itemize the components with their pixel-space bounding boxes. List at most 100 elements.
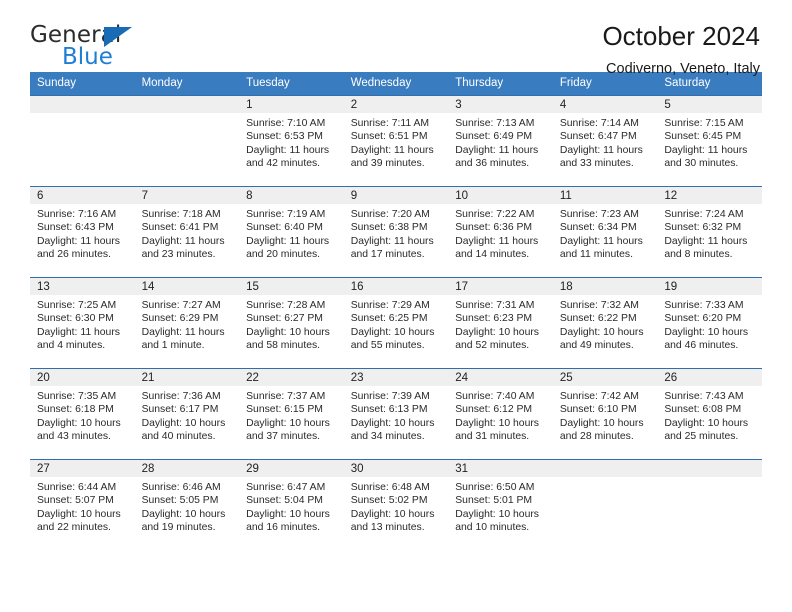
daylight-text-line1: Daylight: 11 hours: [141, 235, 225, 247]
calendar-day-cell[interactable]: 25 Sunrise: 7:42 AM Sunset: 6:10 PM Dayligh…: [552, 368, 658, 460]
day-details: Sunrise: 7:37 AM Sunset: 6:15 PM Daylight:…: [239, 386, 344, 444]
calendar-day-cell[interactable]: 28 Sunrise: 6:46 AM Sunset: 5:05 PM Dayligh…: [134, 459, 240, 550]
calendar-day-cell[interactable]: 19 Sunrise: 7:33 AM Sunset: 6:20 PM Dayligh…: [657, 277, 762, 369]
sunrise-text: Sunrise: 7:25 AM: [37, 300, 117, 311]
calendar-day-cell[interactable]: 29 Sunrise: 6:47 AM Sunset: 5:04 PM Dayligh…: [239, 459, 344, 550]
calendar-day-cell[interactable]: 8 Sunrise: 7:19 AM Sunset: 6:40 PM Daylight…: [239, 186, 344, 278]
daylight-text-line2: and 43 minutes.: [37, 431, 111, 443]
calendar-cell-inner: 24 Sunrise: 7:40 AM Sunset: 6:12 PM Dayligh…: [448, 369, 553, 459]
calendar-day-cell[interactable]: 15 Sunrise: 7:28 AM Sunset: 6:27 PM Dayligh…: [239, 277, 344, 369]
calendar-day-cell[interactable]: 10 Sunrise: 7:22 AM Sunset: 6:36 PM Dayligh…: [448, 186, 553, 278]
daylight-text-line2: and 4 minutes.: [37, 340, 106, 352]
day-number: 31: [448, 460, 553, 477]
sunrise-text: Sunrise: 7:36 AM: [141, 391, 221, 402]
day-number: 9: [343, 187, 449, 204]
calendar-day-cell[interactable]: 13 Sunrise: 7:25 AM Sunset: 6:30 PM Dayligh…: [30, 277, 135, 369]
calendar-day-cell[interactable]: 23 Sunrise: 7:39 AM Sunset: 6:13 PM Dayligh…: [343, 368, 449, 460]
daylight-text-line1: Daylight: 10 hours: [664, 326, 749, 338]
sunset-text: Sunset: 5:01 PM: [455, 495, 533, 507]
daylight-text-line2: and 39 minutes.: [350, 158, 425, 170]
daylight-text-line1: Daylight: 10 hours: [246, 326, 330, 338]
calendar-day-cell[interactable]: 26 Sunrise: 7:43 AM Sunset: 6:08 PM Dayligh…: [657, 368, 762, 460]
calendar-day-cell[interactable]: 1 Sunrise: 7:10 AM Sunset: 6:53 PM Daylight…: [239, 95, 344, 187]
day-number: 16: [343, 278, 449, 295]
sunrise-text: Sunrise: 7:16 AM: [37, 209, 117, 220]
daylight-text-line2: and 49 minutes.: [559, 340, 634, 352]
calendar-day-cell[interactable]: 30 Sunrise: 6:48 AM Sunset: 5:02 PM Dayligh…: [343, 459, 449, 550]
calendar-day-cell[interactable]: 16 Sunrise: 7:29 AM Sunset: 6:25 PM Dayligh…: [343, 277, 449, 369]
calendar-day-cell[interactable]: 24 Sunrise: 7:40 AM Sunset: 6:12 PM Dayligh…: [448, 368, 553, 460]
calendar-cell-inner: 17 Sunrise: 7:31 AM Sunset: 6:23 PM Dayligh…: [448, 278, 553, 368]
day-details: Sunrise: 7:39 AM Sunset: 6:13 PM Daylight:…: [344, 386, 449, 444]
sunrise-text: Sunrise: 7:22 AM: [455, 209, 535, 220]
sunrise-text: Sunrise: 7:14 AM: [559, 118, 639, 129]
calendar-cell-empty: [134, 95, 240, 187]
day-details: Sunrise: 7:31 AM Sunset: 6:23 PM Daylight:…: [448, 295, 553, 353]
daylight-text-line2: and 23 minutes.: [141, 249, 216, 261]
sunset-text: Sunset: 6:22 PM: [559, 313, 637, 325]
daylight-text-line2: and 30 minutes.: [664, 158, 739, 170]
sunset-text: Sunset: 6:32 PM: [664, 222, 742, 234]
day-number: 24: [448, 369, 553, 386]
calendar-cell-inner: 23 Sunrise: 7:39 AM Sunset: 6:13 PM Dayligh…: [343, 369, 449, 459]
calendar-cell-inner: 25 Sunrise: 7:42 AM Sunset: 6:10 PM Dayligh…: [552, 369, 658, 459]
calendar-day-cell[interactable]: 17 Sunrise: 7:31 AM Sunset: 6:23 PM Dayligh…: [448, 277, 553, 369]
daylight-text-line2: and 58 minutes.: [246, 340, 321, 352]
sunset-text: Sunset: 6:08 PM: [664, 404, 742, 416]
calendar-day-cell[interactable]: 11 Sunrise: 7:23 AM Sunset: 6:34 PM Dayligh…: [552, 186, 658, 278]
day-details: Sunrise: 7:23 AM Sunset: 6:34 PM Daylight:…: [553, 204, 658, 262]
calendar-day-cell[interactable]: 7 Sunrise: 7:18 AM Sunset: 6:41 PM Daylight…: [134, 186, 240, 278]
day-details: Sunrise: 7:42 AM Sunset: 6:10 PM Daylight:…: [553, 386, 658, 444]
calendar-day-cell[interactable]: 5 Sunrise: 7:15 AM Sunset: 6:45 PM Daylight…: [657, 95, 762, 187]
daylight-text-line1: Daylight: 11 hours: [455, 235, 539, 247]
calendar-cell-inner: 18 Sunrise: 7:32 AM Sunset: 6:22 PM Dayligh…: [552, 278, 658, 368]
day-number: 19: [657, 278, 762, 295]
daylight-text-line2: and 42 minutes.: [246, 158, 321, 170]
calendar-day-cell[interactable]: 27 Sunrise: 6:44 AM Sunset: 5:07 PM Dayligh…: [30, 459, 135, 550]
calendar-day-cell[interactable]: 12 Sunrise: 7:24 AM Sunset: 6:32 PM Dayligh…: [657, 186, 762, 278]
sunrise-text: Sunrise: 7:43 AM: [664, 391, 744, 402]
calendar-cell-inner: 9 Sunrise: 7:20 AM Sunset: 6:38 PM Daylight…: [343, 187, 449, 277]
calendar-cell-inner: 31 Sunrise: 6:50 AM Sunset: 5:01 PM Dayligh…: [448, 460, 553, 550]
day-number: 3: [448, 96, 553, 113]
calendar-cell-inner: 20 Sunrise: 7:35 AM Sunset: 6:18 PM Dayligh…: [30, 369, 135, 459]
calendar-day-cell[interactable]: 3 Sunrise: 7:13 AM Sunset: 6:49 PM Daylight…: [448, 95, 553, 187]
calendar-cell-inner: 30 Sunrise: 6:48 AM Sunset: 5:02 PM Dayligh…: [343, 460, 449, 550]
day-details: Sunrise: 7:16 AM Sunset: 6:43 PM Daylight:…: [30, 204, 135, 262]
sunrise-text: Sunrise: 7:23 AM: [559, 209, 639, 220]
daylight-text-line2: and 19 minutes.: [141, 522, 216, 534]
day-number: 28: [134, 460, 240, 477]
page-subtitle: Codiverno, Veneto, Italy: [606, 60, 760, 77]
calendar-day-cell[interactable]: 22 Sunrise: 7:37 AM Sunset: 6:15 PM Dayligh…: [239, 368, 344, 460]
calendar-day-cell[interactable]: 6 Sunrise: 7:16 AM Sunset: 6:43 PM Daylight…: [30, 186, 135, 278]
calendar-day-cell[interactable]: 31 Sunrise: 6:50 AM Sunset: 5:01 PM Dayligh…: [448, 459, 553, 550]
calendar-cell-inner: 19 Sunrise: 7:33 AM Sunset: 6:20 PM Dayligh…: [657, 278, 762, 368]
daylight-text-line1: Daylight: 11 hours: [559, 235, 643, 247]
daylight-text-line2: and 26 minutes.: [37, 249, 111, 261]
sunset-text: Sunset: 6:53 PM: [246, 131, 323, 143]
day-number: 5: [657, 96, 762, 113]
calendar-day-cell[interactable]: 9 Sunrise: 7:20 AM Sunset: 6:38 PM Daylight…: [343, 186, 449, 278]
sunrise-text: Sunrise: 7:29 AM: [350, 300, 430, 311]
sunrise-text: Sunrise: 7:15 AM: [664, 118, 744, 129]
daylight-text-line2: and 22 minutes.: [37, 522, 111, 534]
calendar-day-cell[interactable]: 2 Sunrise: 7:11 AM Sunset: 6:51 PM Daylight…: [343, 95, 449, 187]
sunset-text: Sunset: 5:05 PM: [141, 495, 219, 507]
day-details: Sunrise: 7:25 AM Sunset: 6:30 PM Daylight:…: [30, 295, 135, 353]
sunrise-text: Sunrise: 6:46 AM: [141, 482, 221, 493]
sunrise-text: Sunrise: 6:47 AM: [246, 482, 326, 493]
weekday-header-sunday: Sunday: [30, 72, 135, 96]
daylight-text-line2: and 52 minutes.: [455, 340, 530, 352]
calendar-week-row: 13 Sunrise: 7:25 AM Sunset: 6:30 PM Dayligh…: [30, 277, 762, 369]
day-details: Sunrise: 6:50 AM Sunset: 5:01 PM Daylight:…: [448, 477, 553, 535]
calendar-day-cell[interactable]: 18 Sunrise: 7:32 AM Sunset: 6:22 PM Dayligh…: [552, 277, 658, 369]
daylight-text-line1: Daylight: 11 hours: [37, 235, 120, 247]
daylight-text-line1: Daylight: 10 hours: [455, 417, 539, 429]
day-details: Sunrise: 7:36 AM Sunset: 6:17 PM Daylight:…: [135, 386, 240, 444]
calendar-day-cell[interactable]: 21 Sunrise: 7:36 AM Sunset: 6:17 PM Dayligh…: [134, 368, 240, 460]
calendar-day-cell[interactable]: 4 Sunrise: 7:14 AM Sunset: 6:47 PM Daylight…: [552, 95, 658, 187]
calendar-day-cell[interactable]: 14 Sunrise: 7:27 AM Sunset: 6:29 PM Dayligh…: [134, 277, 240, 369]
day-details: Sunrise: 7:24 AM Sunset: 6:32 PM Daylight:…: [657, 204, 762, 262]
day-details: Sunrise: 7:43 AM Sunset: 6:08 PM Daylight:…: [657, 386, 762, 444]
calendar-day-cell[interactable]: 20 Sunrise: 7:35 AM Sunset: 6:18 PM Dayligh…: [30, 368, 135, 460]
